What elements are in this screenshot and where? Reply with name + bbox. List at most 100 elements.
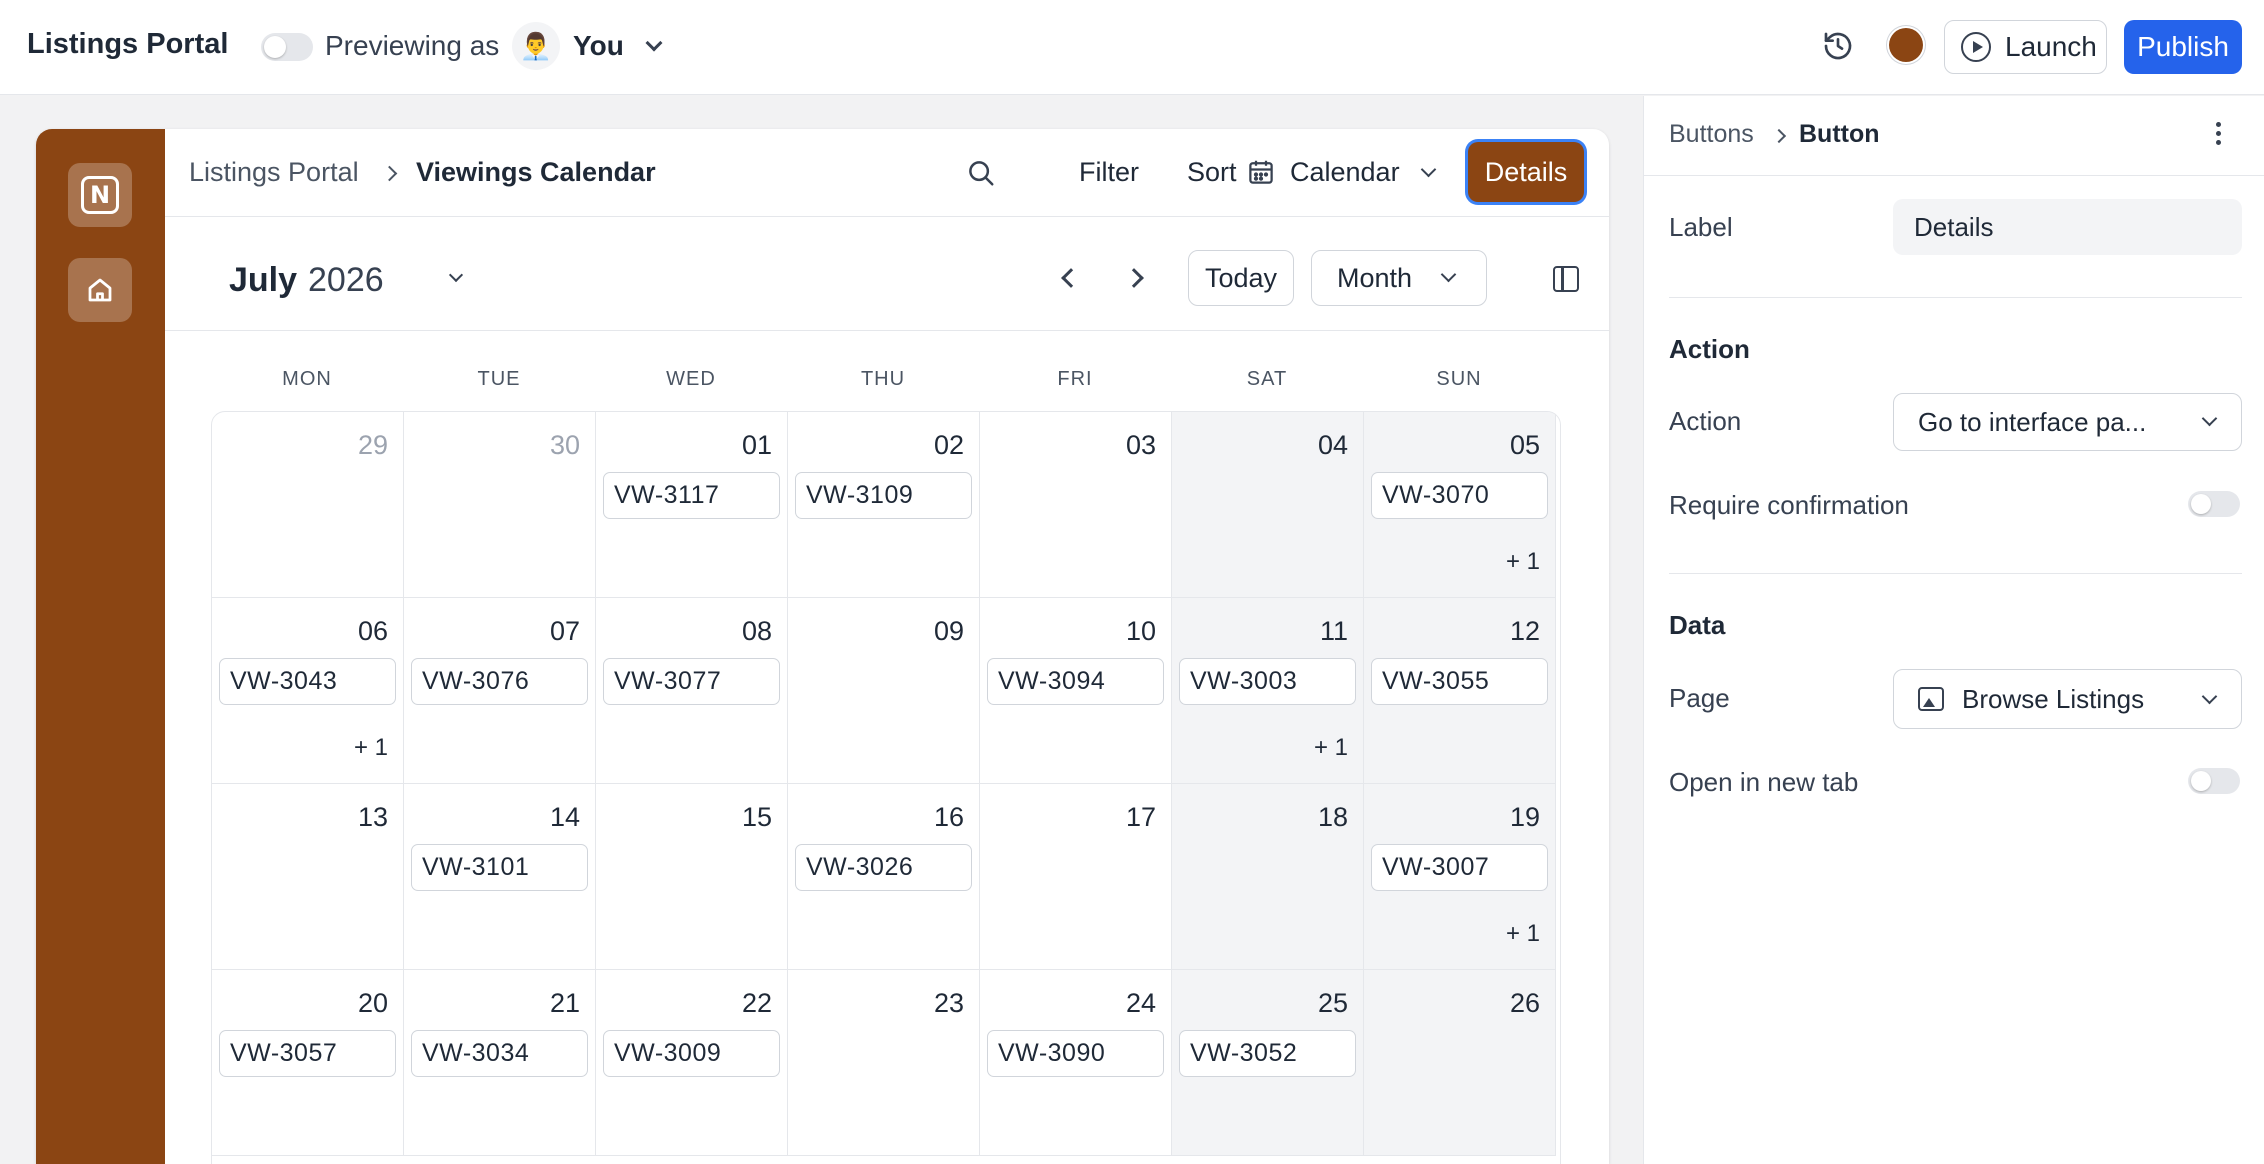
calendar-event[interactable]: VW-3094 bbox=[987, 658, 1164, 705]
weekday-header: SAT bbox=[1246, 368, 1288, 390]
calendar-event[interactable]: VW-3052 bbox=[1179, 1030, 1356, 1077]
view-mode-label: Month bbox=[1337, 262, 1413, 293]
calendar-day-cell[interactable]: 23 bbox=[788, 970, 980, 1156]
launch-button[interactable]: Launch bbox=[1944, 20, 2107, 74]
calendar-day-cell[interactable]: 18 bbox=[1172, 784, 1364, 970]
calendar-day-cell[interactable]: 03 bbox=[980, 412, 1172, 598]
breadcrumb-buttons[interactable]: Buttons bbox=[1669, 120, 1754, 149]
calendar-event[interactable]: VW-3043 bbox=[219, 658, 396, 705]
filter-button[interactable]: Filter bbox=[1079, 157, 1139, 188]
preview-avatar: 👨‍💼 bbox=[512, 22, 560, 70]
preview-user-select[interactable]: You bbox=[573, 30, 663, 62]
calendar-day-cell[interactable]: 19 VW-3007 + 1 bbox=[1364, 784, 1556, 970]
more-events-link[interactable]: + 1 bbox=[1506, 920, 1540, 948]
calendar-event[interactable]: VW-3007 bbox=[1371, 844, 1548, 891]
breadcrumb-app[interactable]: Listings Portal bbox=[189, 157, 359, 188]
side-panel-icon[interactable] bbox=[1553, 266, 1579, 292]
calendar-day-cell[interactable]: 26 bbox=[1364, 970, 1556, 1156]
calendar-day-cell[interactable]: 22 VW-3009 bbox=[596, 970, 788, 1156]
day-number: 29 bbox=[357, 430, 388, 460]
calendar-day-cell[interactable]: 10 VW-3094 bbox=[980, 598, 1172, 784]
calendar-day-cell[interactable]: 08 VW-3077 bbox=[596, 598, 788, 784]
calendar-day-cell[interactable]: 11 VW-3003 + 1 bbox=[1172, 598, 1364, 784]
day-number: 07 bbox=[549, 616, 580, 646]
calendar-event[interactable]: VW-3057 bbox=[219, 1030, 396, 1077]
more-events-link[interactable]: + 1 bbox=[1506, 548, 1540, 576]
day-number: 22 bbox=[741, 988, 772, 1018]
action-section-title: Action bbox=[1669, 334, 1750, 364]
more-options-icon[interactable] bbox=[2216, 122, 2222, 148]
calendar-day-cell[interactable]: 24 VW-3090 bbox=[980, 970, 1172, 1156]
calendar-day-cell[interactable]: 20 VW-3057 bbox=[212, 970, 404, 1156]
page-field-label: Page bbox=[1669, 683, 1730, 713]
publish-button[interactable]: Publish bbox=[2124, 20, 2242, 74]
calendar-day-cell[interactable]: 29 bbox=[212, 412, 404, 598]
view-switcher[interactable]: Calendar bbox=[1290, 157, 1437, 188]
calendar-event[interactable]: VW-3026 bbox=[795, 844, 972, 891]
day-number: 23 bbox=[933, 988, 964, 1018]
calendar-day-cell[interactable]: 17 bbox=[980, 784, 1172, 970]
calendar-event[interactable]: VW-3076 bbox=[411, 658, 588, 705]
day-number: 25 bbox=[1317, 988, 1348, 1018]
calendar-event[interactable]: VW-3070 bbox=[1371, 472, 1548, 519]
calendar-day-cell[interactable]: 07 VW-3076 bbox=[404, 598, 596, 784]
calendar-event[interactable]: VW-3090 bbox=[987, 1030, 1164, 1077]
more-events-link[interactable]: + 1 bbox=[354, 734, 388, 762]
year-label[interactable]: 2026 bbox=[308, 261, 384, 300]
require-confirmation-toggle[interactable] bbox=[2188, 491, 2240, 517]
search-icon[interactable] bbox=[966, 158, 996, 188]
action-field-label: Action bbox=[1669, 406, 1742, 436]
history-icon[interactable] bbox=[1822, 30, 1854, 62]
month-label[interactable]: July bbox=[229, 261, 297, 300]
app-logo[interactable]: N bbox=[68, 163, 132, 227]
calendar-day-cell[interactable]: 04 bbox=[1172, 412, 1364, 598]
label-input[interactable]: Details bbox=[1893, 199, 2242, 255]
calendar-event[interactable]: VW-3003 bbox=[1179, 658, 1356, 705]
page-select-value: Browse Listings bbox=[1962, 683, 2145, 714]
theme-color-swatch[interactable] bbox=[1889, 28, 1923, 62]
calendar-event[interactable]: VW-3101 bbox=[411, 844, 588, 891]
day-number: 17 bbox=[1125, 802, 1156, 832]
more-events-link[interactable]: + 1 bbox=[1314, 734, 1348, 762]
calendar-event[interactable]: VW-3055 bbox=[1371, 658, 1548, 705]
calendar-day-cell[interactable]: 14 VW-3101 bbox=[404, 784, 596, 970]
day-number: 01 bbox=[741, 430, 772, 460]
prev-month-button[interactable] bbox=[1061, 268, 1081, 288]
calendar-day-cell[interactable]: 16 VW-3026 bbox=[788, 784, 980, 970]
today-button[interactable]: Today bbox=[1188, 250, 1294, 306]
preview-toggle[interactable] bbox=[261, 33, 313, 61]
calendar-day-cell[interactable]: 21 VW-3034 bbox=[404, 970, 596, 1156]
calendar-grid: 29 30 01 VW-3117 02 VW-3109 03 04 05 VW-3070 + 1 06… bbox=[211, 411, 1561, 1164]
page-select[interactable]: Browse Listings bbox=[1893, 669, 2242, 729]
day-number: 16 bbox=[933, 802, 964, 832]
calendar-day-cell[interactable]: 13 bbox=[212, 784, 404, 970]
calendar-day-cell[interactable]: 09 bbox=[788, 598, 980, 784]
app-preview-canvas: N Listings Portal Viewings Calendar Filt… bbox=[36, 129, 1609, 1164]
day-number: 09 bbox=[933, 616, 964, 646]
chevron-down-icon bbox=[645, 34, 663, 52]
calendar-event[interactable]: VW-3077 bbox=[603, 658, 780, 705]
open-new-tab-toggle[interactable] bbox=[2188, 768, 2240, 794]
view-mode-select[interactable]: Month bbox=[1311, 250, 1487, 306]
calendar-day-cell[interactable]: 12 VW-3055 bbox=[1364, 598, 1556, 784]
details-button[interactable]: Details bbox=[1468, 142, 1584, 202]
day-number: 02 bbox=[933, 430, 964, 460]
calendar-day-cell[interactable]: 25 VW-3052 bbox=[1172, 970, 1364, 1156]
calendar-day-cell[interactable]: 06 VW-3043 + 1 bbox=[212, 598, 404, 784]
home-nav-button[interactable] bbox=[68, 258, 132, 322]
calendar-event[interactable]: VW-3034 bbox=[411, 1030, 588, 1077]
calendar-day-cell[interactable]: 15 bbox=[596, 784, 788, 970]
chevron-down-icon bbox=[2201, 688, 2218, 705]
calendar-day-cell[interactable]: 02 VW-3109 bbox=[788, 412, 980, 598]
calendar-day-cell[interactable]: 05 VW-3070 + 1 bbox=[1364, 412, 1556, 598]
next-month-button[interactable] bbox=[1124, 268, 1144, 288]
action-select[interactable]: Go to interface pa... bbox=[1893, 393, 2242, 451]
sort-button[interactable]: Sort bbox=[1187, 157, 1237, 188]
calendar-event[interactable]: VW-3117 bbox=[603, 472, 780, 519]
calendar-day-cell[interactable]: 01 VW-3117 bbox=[596, 412, 788, 598]
day-number: 05 bbox=[1509, 430, 1540, 460]
calendar-day-cell[interactable]: 30 bbox=[404, 412, 596, 598]
chevron-down-icon[interactable] bbox=[448, 267, 464, 283]
calendar-event[interactable]: VW-3109 bbox=[795, 472, 972, 519]
calendar-event[interactable]: VW-3009 bbox=[603, 1030, 780, 1077]
